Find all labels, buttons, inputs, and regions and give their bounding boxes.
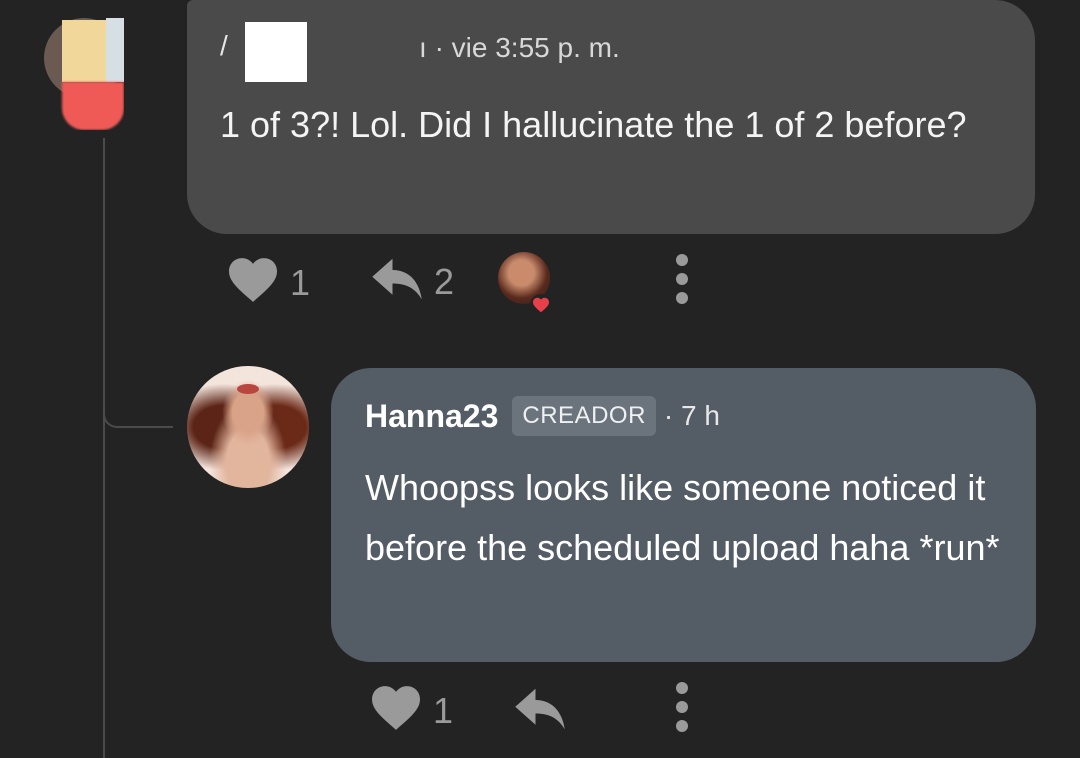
more-vertical-icon	[676, 254, 688, 266]
reply-count: 2	[434, 260, 455, 302]
comment-bubble: / ı · vie 3:55 p. m. 1 of 3?! Lol. Did I…	[187, 0, 1035, 234]
reply-button[interactable]: 2	[370, 256, 454, 307]
comment-timestamp: · 7 h	[663, 400, 720, 431]
more-vertical-icon	[676, 273, 688, 285]
more-options-button[interactable]	[676, 254, 688, 304]
like-count: 1	[433, 689, 454, 731]
more-vertical-icon	[676, 682, 688, 694]
thread-connector	[103, 380, 173, 428]
comment-author[interactable]: Hanna23	[365, 398, 498, 435]
comment-text: Whoopss looks like someone noticed it be…	[365, 467, 1000, 568]
reply-arrow-icon	[370, 256, 424, 307]
heart-icon	[369, 684, 423, 737]
more-vertical-icon	[676, 720, 688, 732]
redaction-block	[62, 82, 124, 130]
like-count: 1	[290, 261, 311, 303]
heart-icon	[226, 256, 280, 309]
creator-comment-bubble: Hanna23 CREADOR · 7 h Whoopss looks like…	[331, 368, 1036, 662]
like-button[interactable]: 1	[226, 256, 310, 309]
comment-timestamp: ı · vie 3:55 p. m.	[419, 32, 620, 64]
avatar[interactable]	[44, 18, 124, 130]
comment-header: Hanna23 CREADOR · 7 h	[365, 396, 720, 436]
comment-actions: 1 2	[226, 252, 1046, 316]
creator-badge: CREADOR	[512, 396, 656, 436]
more-options-button[interactable]	[676, 682, 688, 732]
redaction-block	[106, 18, 124, 82]
timestamp-text: · vie 3:55 p. m.	[434, 32, 620, 63]
more-vertical-icon	[676, 292, 688, 304]
comment-text: 1 of 3?! Lol. Did I hallucinate the 1 of…	[220, 104, 967, 145]
more-vertical-icon	[676, 701, 688, 713]
avatar-detail	[237, 384, 259, 394]
thread-line	[103, 138, 105, 758]
redaction-block	[245, 22, 307, 82]
like-button[interactable]: 1	[369, 684, 453, 737]
reply-button[interactable]	[513, 686, 567, 737]
creator-avatar[interactable]	[187, 366, 309, 488]
comment-author[interactable]: /	[220, 30, 228, 62]
author-suffix: ı	[419, 32, 427, 63]
heart-icon	[530, 294, 552, 316]
reply-arrow-icon	[513, 686, 567, 737]
